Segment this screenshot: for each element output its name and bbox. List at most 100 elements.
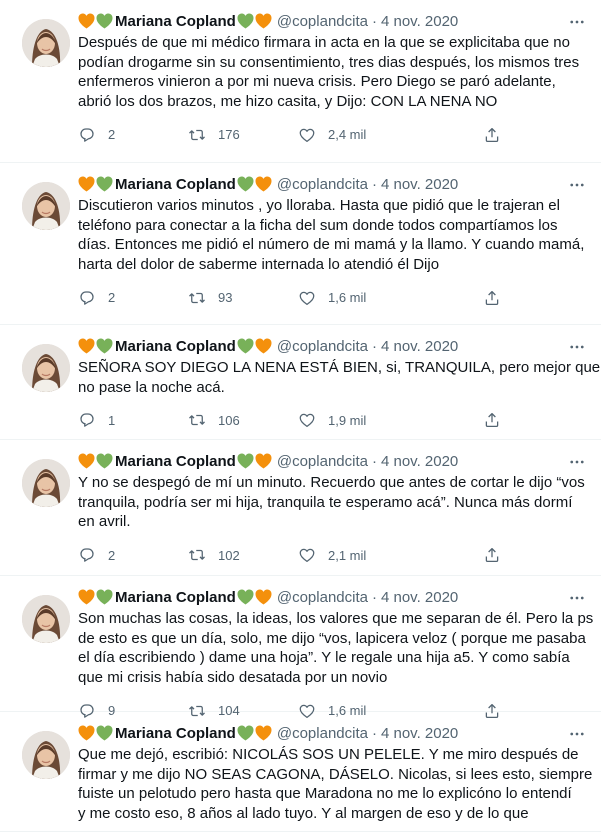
more-icon[interactable] bbox=[567, 724, 587, 744]
tweet-header: Mariana Copland @coplandcita · 4 nov. 20… bbox=[78, 586, 589, 608]
reply-icon bbox=[80, 291, 94, 305]
share-icon bbox=[485, 290, 499, 305]
share-button[interactable] bbox=[482, 545, 502, 565]
avatar[interactable] bbox=[22, 731, 70, 779]
like-count: 1,6 mil bbox=[328, 290, 367, 306]
avatar-image bbox=[22, 459, 70, 507]
tweet-date[interactable]: 4 nov. 2020 bbox=[381, 13, 458, 30]
tweet-text-line: Son muchas las cosas, la ideas, los valo… bbox=[78, 610, 594, 627]
tweet-text: Discutieron varios minutos , yo lloraba.… bbox=[78, 196, 589, 275]
user-handle[interactable]: @coplandcita bbox=[277, 338, 368, 355]
avatar[interactable] bbox=[22, 459, 70, 507]
user-handle[interactable]: @coplandcita bbox=[277, 453, 368, 470]
display-name[interactable]: Mariana Copland bbox=[115, 453, 236, 470]
tweet-content: Mariana Copland @coplandcita · 4 nov. 20… bbox=[78, 576, 594, 719]
tweet-text-line: abrió los dos brazos, me hizo casita, y … bbox=[78, 93, 498, 111]
tweet-text: Que me dejó, escribió: NICOLÁS SOS UN PE… bbox=[78, 745, 592, 824]
avatar-image bbox=[22, 182, 70, 230]
tweet-date[interactable]: 4 nov. 2020 bbox=[381, 725, 458, 742]
more-icon[interactable] bbox=[567, 12, 587, 32]
more-icon[interactable] bbox=[567, 588, 587, 608]
tweet-actions: 1 106 1,9 mil bbox=[78, 410, 518, 430]
user-handle[interactable]: @coplandcita bbox=[277, 725, 368, 742]
tweet[interactable]: Mariana Copland @coplandcita · 4 nov. 20… bbox=[0, 325, 601, 440]
tweet-content: Mariana Copland @coplandcita · 4 nov. 20… bbox=[78, 440, 589, 563]
more-icon[interactable] bbox=[567, 175, 587, 195]
tweet-text-line: tranquila, podría ser mi hija, tranquila… bbox=[78, 493, 573, 511]
tweet-date[interactable]: 4 nov. 2020 bbox=[381, 338, 458, 355]
reply-icon bbox=[80, 413, 94, 428]
avatar[interactable] bbox=[22, 19, 70, 67]
retweet-button[interactable]: 93 bbox=[188, 289, 298, 307]
retweet-button[interactable]: 106 bbox=[188, 411, 298, 429]
green-heart-icon bbox=[237, 13, 254, 29]
avatar-image bbox=[22, 19, 70, 67]
tweet-text-line: el día escribiendo ) dame una hoja”. Y l… bbox=[78, 649, 570, 667]
orange-heart-icon bbox=[255, 176, 272, 192]
more-icon[interactable] bbox=[567, 337, 587, 357]
reply-icon bbox=[80, 548, 94, 562]
display-name[interactable]: Mariana Copland bbox=[115, 589, 236, 606]
like-button[interactable]: 1,6 mil bbox=[298, 289, 408, 307]
orange-heart-icon bbox=[255, 338, 272, 354]
tweet-text-line: en avril. bbox=[78, 513, 131, 531]
like-count: 2,4 mil bbox=[328, 127, 367, 143]
retweet-button[interactable]: 176 bbox=[188, 126, 298, 144]
tweet-text-line: no pase la noche acá. bbox=[78, 378, 225, 396]
share-button[interactable] bbox=[482, 125, 502, 145]
share-icon bbox=[485, 127, 499, 142]
avatar-image bbox=[22, 731, 70, 779]
green-heart-icon bbox=[237, 338, 254, 354]
avatar[interactable] bbox=[22, 182, 70, 230]
tweet-text-line: y me costo eso, 8 años al lado tuyo. Y a… bbox=[78, 805, 529, 823]
like-button[interactable]: 1,9 mil bbox=[298, 411, 408, 429]
avatar-image bbox=[22, 344, 70, 392]
tweet[interactable]: Mariana Copland @coplandcita · 4 nov. 20… bbox=[0, 576, 601, 719]
user-handle[interactable]: @coplandcita bbox=[277, 176, 368, 193]
green-heart-icon bbox=[237, 453, 254, 469]
tweet-date[interactable]: 4 nov. 2020 bbox=[381, 176, 458, 193]
retweet-button[interactable]: 102 bbox=[188, 546, 298, 564]
tweet-actions: 2 102 2,1 mil bbox=[78, 545, 518, 565]
reply-button[interactable]: 2 bbox=[78, 289, 188, 307]
like-button[interactable]: 2,1 mil bbox=[298, 546, 408, 564]
reply-button[interactable]: 1 bbox=[78, 411, 188, 429]
tweet[interactable]: Mariana Copland @coplandcita · 4 nov. 20… bbox=[0, 163, 601, 325]
tweet-header: Mariana Copland @coplandcita · 4 nov. 20… bbox=[78, 173, 589, 195]
green-heart-icon bbox=[237, 176, 254, 192]
retweet-icon bbox=[189, 129, 205, 140]
display-name[interactable]: Mariana Copland bbox=[115, 176, 236, 193]
tweet-date[interactable]: 4 nov. 2020 bbox=[381, 453, 458, 470]
retweet-count: 102 bbox=[218, 547, 240, 563]
tweet[interactable]: Mariana Copland @coplandcita · 4 nov. 20… bbox=[0, 712, 601, 832]
tweet-content: Mariana Copland @coplandcita · 4 nov. 20… bbox=[78, 712, 592, 824]
share-button[interactable] bbox=[482, 288, 502, 308]
reply-button[interactable]: 2 bbox=[78, 546, 188, 564]
orange-heart-icon bbox=[78, 725, 95, 741]
tweet-header: Mariana Copland @coplandcita · 4 nov. 20… bbox=[78, 10, 589, 32]
tweet-text-line: que mi crisis había sido desatada por un… bbox=[78, 669, 388, 687]
tweet-date[interactable]: 4 nov. 2020 bbox=[381, 589, 458, 606]
display-name[interactable]: Mariana Copland bbox=[115, 13, 236, 30]
tweet[interactable]: Mariana Copland @coplandcita · 4 nov. 20… bbox=[0, 0, 601, 163]
tweet[interactable]: Mariana Copland @coplandcita · 4 nov. 20… bbox=[0, 440, 601, 576]
tweet-header: Mariana Copland @coplandcita · 4 nov. 20… bbox=[78, 722, 589, 744]
share-button[interactable] bbox=[482, 410, 502, 430]
user-handle[interactable]: @coplandcita bbox=[277, 13, 368, 30]
display-name[interactable]: Mariana Copland bbox=[115, 725, 236, 742]
dot-separator: · bbox=[371, 724, 377, 742]
like-icon bbox=[299, 414, 315, 428]
tweet-text: Después de que mi médico firmara in acta… bbox=[78, 33, 589, 112]
reply-button[interactable]: 2 bbox=[78, 126, 188, 144]
avatar[interactable] bbox=[22, 344, 70, 392]
user-handle[interactable]: @coplandcita bbox=[277, 589, 368, 606]
avatar[interactable] bbox=[22, 595, 70, 643]
like-button[interactable]: 2,4 mil bbox=[298, 126, 408, 144]
reply-icon bbox=[80, 128, 94, 142]
display-name[interactable]: Mariana Copland bbox=[115, 338, 236, 355]
avatar-image bbox=[22, 595, 70, 643]
more-icon[interactable] bbox=[567, 452, 587, 472]
tweet-text-line: SEÑORA SOY DIEGO LA NENA ESTÁ BIEN, si, … bbox=[78, 359, 601, 376]
tweet-text-line: Después de que mi médico firmara in acta… bbox=[78, 34, 570, 51]
reply-count: 2 bbox=[108, 127, 116, 143]
